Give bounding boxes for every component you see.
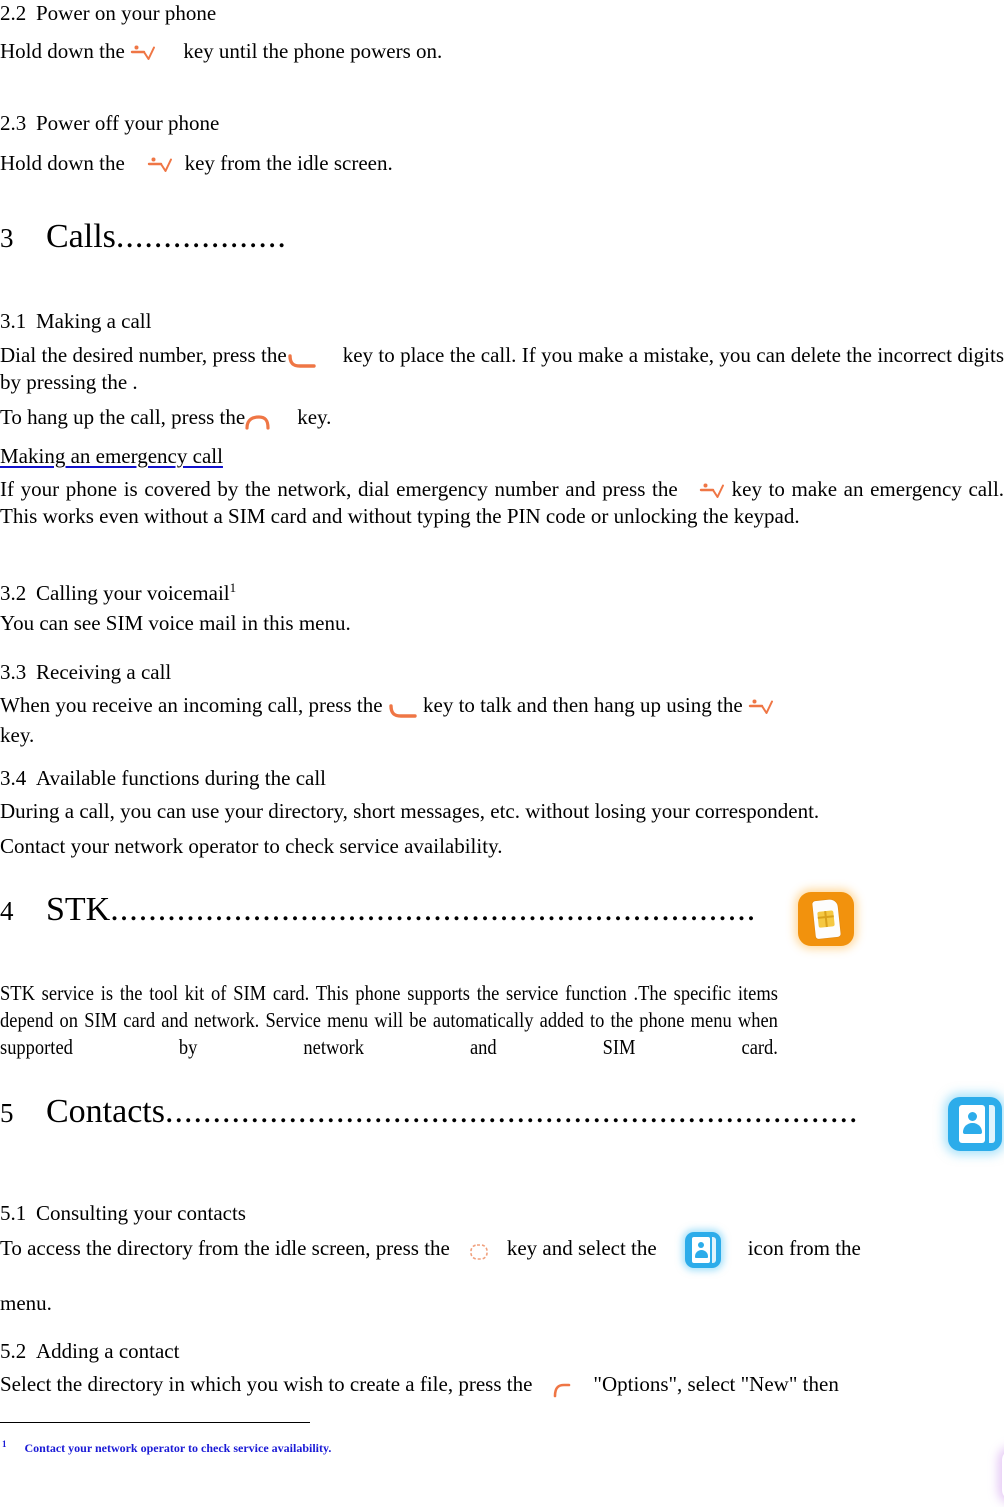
section-number: 3.2 (0, 581, 27, 605)
footnote-text: Contact your network operator to check s… (24, 1441, 332, 1455)
book-spine-shape (989, 1105, 995, 1143)
chapter-number: 5 (0, 1098, 14, 1128)
sim-chip-shape (817, 910, 835, 928)
stk-sim-toolkit-icon (798, 892, 854, 946)
person-torso-shape (695, 1250, 709, 1258)
paragraph-stk-description: STK service is the tool kit of SIM card.… (0, 980, 778, 1061)
paragraph-emergency-call: If your phone is covered by the network,… (0, 476, 1004, 530)
section-heading-2-3: 2.3 Power off your phone (0, 108, 219, 138)
text-after-end-key: key. (297, 405, 332, 429)
text-after-softkey: "Options", select "New" then (593, 1372, 839, 1396)
text-before-softkey: Select the directory in which you wish t… (0, 1372, 533, 1396)
section-heading-5-2: 5.2 Adding a contact (0, 1336, 179, 1366)
section-title: Available functions during the call (36, 766, 327, 790)
chapter-title: Contacts (46, 1093, 165, 1130)
section-heading-2-2: 2.2 Power on your phone (0, 0, 216, 28)
leader-dots: ........................................… (164, 1093, 859, 1130)
chapter-heading-5: 5 Contacts...............................… (0, 1090, 858, 1135)
section-title: Calling your voicemail (36, 581, 230, 605)
chapter-number: 4 (0, 896, 14, 926)
section-heading-5-1: 5.1 Consulting your contacts (0, 1198, 246, 1228)
text-between-keys: key to talk and then hang up using the (423, 693, 743, 717)
paragraph-consulting-contacts: To access the directory from the idle sc… (0, 1232, 1004, 1268)
section-heading-3-1: 3.1 Making a call (0, 306, 151, 336)
paragraph-consulting-contacts-cont: menu. (0, 1290, 52, 1317)
section-heading-3-2: 3.2 Calling your voicemail1 (0, 578, 236, 608)
left-softkey-icon (553, 1378, 575, 1398)
ok-center-key-icon (468, 1241, 490, 1260)
chapter-title: Calls (46, 218, 116, 255)
book-spine-shape (712, 1237, 717, 1263)
send-call-key-icon (388, 699, 418, 718)
text-before-send-key: Dial the desired number, press the (0, 343, 287, 367)
sim-card-shape (812, 898, 841, 940)
paragraph-text: menu. (0, 1291, 52, 1315)
section-number: 5.1 (0, 1201, 27, 1225)
text-before-end-key: To hang up the call, press the (0, 405, 246, 429)
chapter-number: 3 (0, 223, 14, 253)
power-key-icon (748, 697, 774, 717)
section-number: 5.2 (0, 1339, 27, 1363)
chapter-heading-3: 3 Calls.................. (0, 215, 287, 260)
section-number: 3.4 (0, 766, 27, 790)
person-head-shape (968, 1112, 977, 1121)
section-title: Receiving a call (36, 660, 172, 684)
paragraph-making-a-call: Dial the desired number, press the key t… (0, 342, 1004, 396)
section-heading-3-4: 3.4 Available functions during the call (0, 763, 326, 793)
leader-dots: .................. (115, 218, 287, 255)
text-before-key: Hold down the (0, 39, 125, 63)
paragraph-voicemail: You can see SIM voice mail in this menu. (0, 610, 351, 637)
paragraph-power-off: Hold down the key from the idle screen. (0, 150, 1004, 177)
paragraph-text: You can see SIM voice mail in this menu. (0, 611, 351, 635)
paragraph-text: key. (0, 723, 35, 747)
text-before-send-key: When you receive an incoming call, press… (0, 693, 383, 717)
end-call-key-icon (245, 411, 271, 430)
text-before-key: Hold down the (0, 151, 125, 175)
section-title: Power off your phone (36, 111, 220, 135)
document-page: 2.2 Power on your phone Hold down the key… (0, 0, 1004, 1507)
text-before-power-key: If your phone is covered by the network,… (0, 477, 678, 501)
subheading-text: Making an emergency call (0, 444, 223, 468)
chapter-heading-4: 4 STK....................................… (0, 888, 756, 933)
paragraph-text: During a call, you can use your director… (0, 799, 820, 823)
section-number: 2.2 (0, 1, 27, 25)
send-call-key-icon (287, 349, 317, 368)
text-after-key: key from the idle screen. (184, 151, 393, 175)
section-number: 2.3 (0, 111, 27, 135)
paragraph-during-call: During a call, you can use your director… (0, 798, 1004, 825)
section-number: 3.1 (0, 309, 27, 333)
leader-dots: ........................................… (110, 891, 757, 928)
paragraph-text: Contact your network operator to check s… (0, 834, 503, 858)
subheading-emergency-call: Making an emergency call (0, 443, 223, 470)
footnote-marker: 1 (229, 580, 237, 595)
paragraph-adding-contact: Select the directory in which you wish t… (0, 1371, 1004, 1398)
paragraph-power-on: Hold down the key until the phone powers… (0, 38, 1004, 65)
paragraph-hang-up: To hang up the call, press the key. (0, 404, 1004, 431)
section-heading-3-3: 3.3 Receiving a call (0, 657, 171, 687)
section-title: Adding a contact (36, 1339, 180, 1363)
text-before-ok-key: To access the directory from the idle sc… (0, 1235, 450, 1260)
section-title: Power on your phone (36, 1, 217, 25)
contacts-address-book-icon (948, 1097, 1002, 1151)
paragraph-receiving-a-call: When you receive an incoming call, press… (0, 692, 1004, 719)
power-key-icon (147, 155, 173, 175)
section-title: Making a call (36, 309, 152, 333)
power-key-icon (130, 43, 156, 63)
person-torso-shape (963, 1123, 982, 1134)
section-number: 3.3 (0, 660, 27, 684)
footnote-separator (0, 1422, 310, 1423)
paragraph-receiving-a-call-cont: key. (0, 722, 34, 749)
contacts-address-book-icon (685, 1232, 722, 1268)
text-between: key and select the (506, 1235, 657, 1260)
text-after: icon from the (747, 1235, 861, 1260)
paragraph-service-availability: Contact your network operator to check s… (0, 833, 1004, 860)
section-title: Consulting your contacts (36, 1201, 246, 1225)
chapter-title: STK (46, 891, 111, 928)
footnote: 1 Contact your network operator to check … (2, 1436, 331, 1456)
footnote-marker: 1 (2, 1439, 7, 1449)
paragraph-text: STK service is the tool kit of SIM card.… (0, 981, 778, 1059)
text-after-key: key until the phone powers on. (183, 39, 443, 63)
power-key-icon (699, 481, 725, 501)
